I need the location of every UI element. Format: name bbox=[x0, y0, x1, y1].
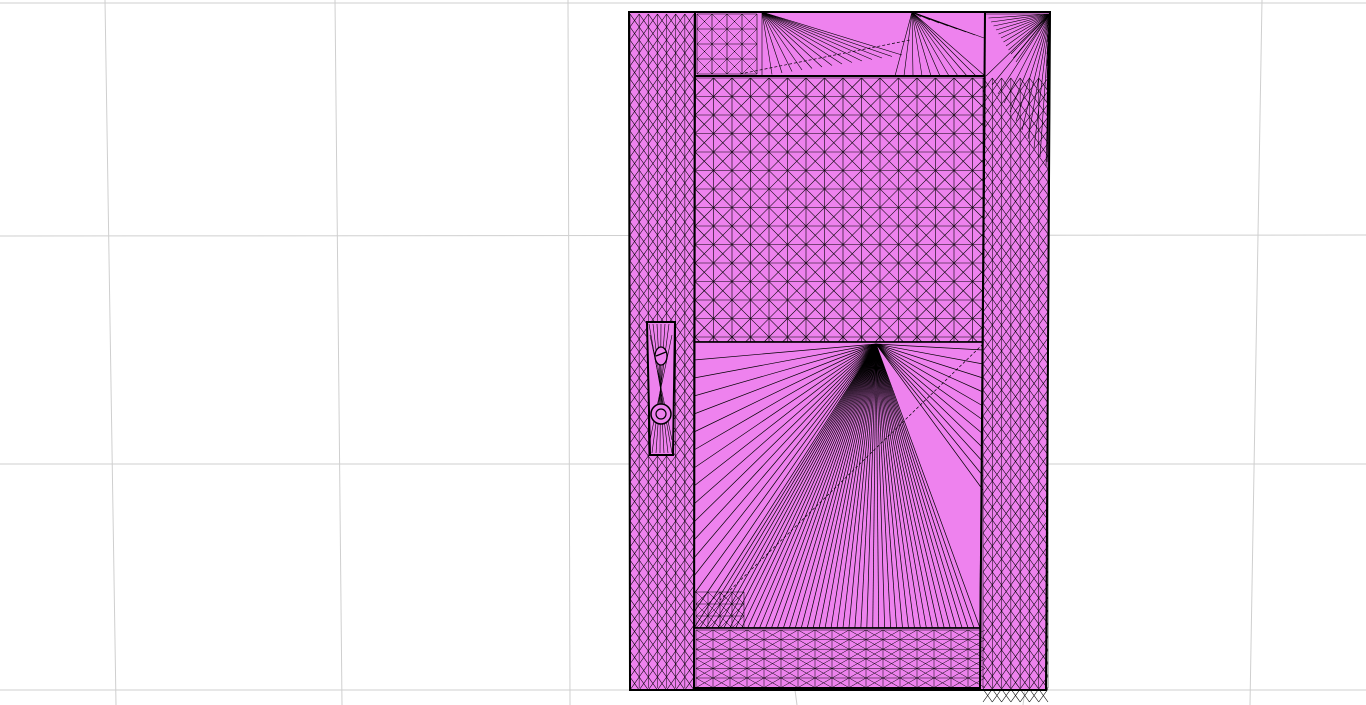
3d-viewport[interactable] bbox=[0, 0, 1366, 705]
door-handle[interactable] bbox=[645, 321, 677, 456]
grid-line bbox=[334, 0, 343, 705]
upper-panel bbox=[693, 75, 986, 343]
wireframe-scene[interactable] bbox=[0, 0, 1366, 705]
grid-line bbox=[1249, 0, 1263, 705]
grid-line bbox=[104, 0, 117, 705]
grid-line bbox=[567, 0, 571, 705]
handle-knob bbox=[650, 403, 672, 425]
grid-line bbox=[794, 689, 798, 705]
right-stile bbox=[979, 11, 1051, 691]
stile-edge bbox=[693, 11, 696, 691]
door-mesh[interactable] bbox=[627, 11, 1052, 703]
